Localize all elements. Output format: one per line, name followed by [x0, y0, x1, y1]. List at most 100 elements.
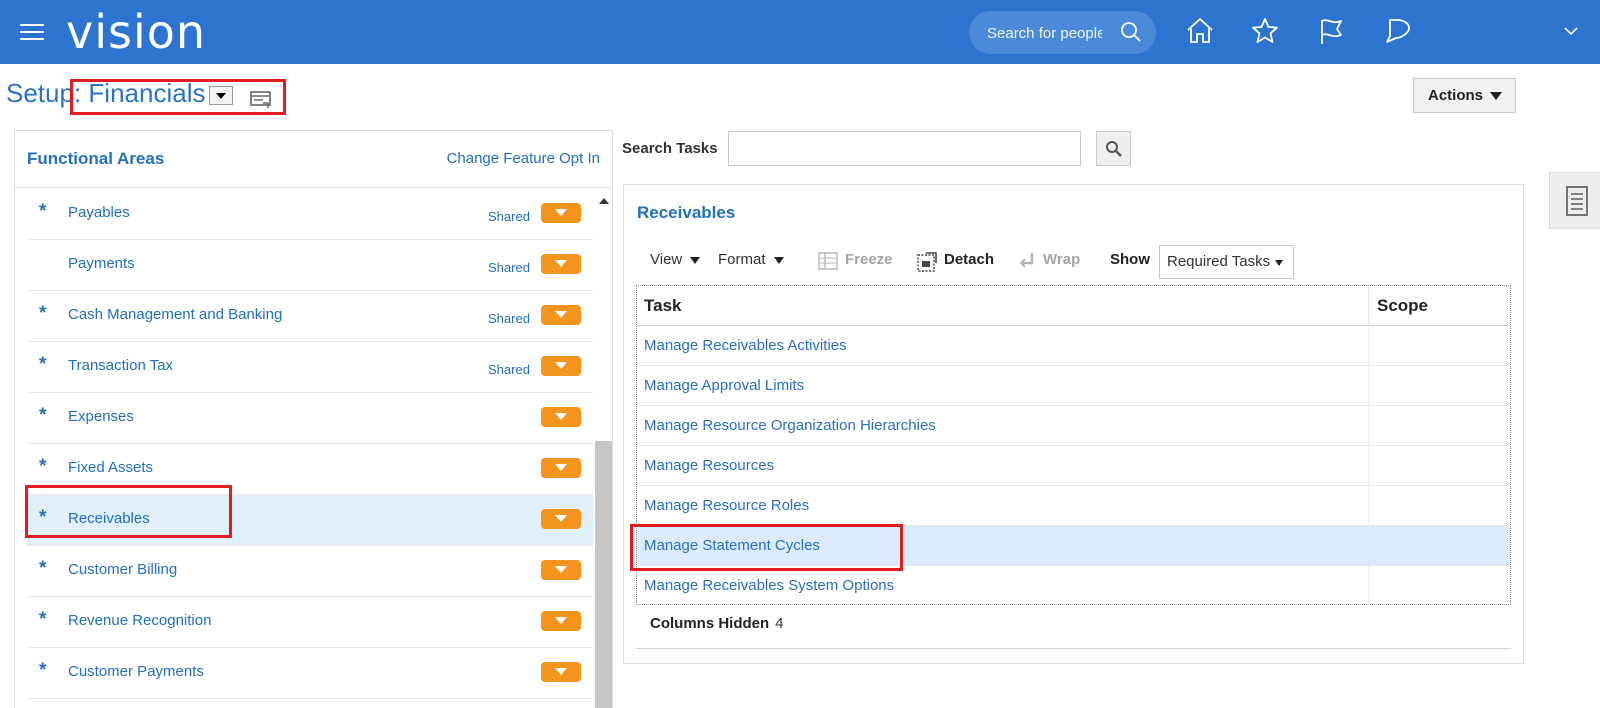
shared-badge: Shared: [488, 260, 530, 275]
functional-area-actions-button[interactable]: [541, 662, 581, 682]
column-header-task[interactable]: Task: [644, 296, 682, 316]
side-panel-tab[interactable]: [1549, 172, 1600, 229]
functional-area-row-transaction-tax[interactable]: * Transaction Tax Shared: [27, 342, 593, 393]
functional-area-row-payables[interactable]: * Payables Shared: [27, 189, 593, 240]
panel-divider: [636, 648, 1511, 649]
favorites-star-icon[interactable]: [1250, 16, 1280, 46]
search-tasks-input[interactable]: [728, 131, 1081, 166]
task-link[interactable]: Manage Resource Roles: [644, 497, 809, 514]
columns-hidden-count: 4: [775, 615, 784, 632]
actions-menu-button[interactable]: Actions: [1413, 78, 1516, 113]
column-divider: [1368, 326, 1369, 365]
tasks-table-header: Task Scope: [637, 286, 1510, 326]
functional-area-row-payments[interactable]: Payments Shared: [27, 240, 593, 291]
column-divider: [1368, 406, 1369, 445]
highlight-box-receivables: [25, 485, 232, 538]
functional-areas-header: Functional Areas Change Feature Opt In: [15, 131, 612, 188]
user-menu-chevron-down-icon[interactable]: [1564, 26, 1578, 36]
required-marker: *: [39, 456, 47, 477]
functional-area-actions-button[interactable]: [541, 356, 581, 376]
task-row[interactable]: Manage Resources: [637, 446, 1510, 486]
columns-hidden-label: Columns Hidden: [650, 615, 770, 632]
functional-area-actions-button[interactable]: [541, 254, 581, 274]
functional-area-row-revenue-recognition[interactable]: * Revenue Recognition: [27, 597, 593, 648]
task-row[interactable]: Manage Approval Limits: [637, 366, 1510, 406]
functional-area-label[interactable]: Customer Billing: [68, 561, 177, 578]
functional-area-actions-button[interactable]: [541, 305, 581, 325]
search-tasks-label: Search Tasks: [622, 140, 718, 157]
change-feature-opt-in-link[interactable]: Change Feature Opt In: [447, 150, 600, 167]
column-divider: [1368, 566, 1369, 605]
view-menu-label: View: [650, 251, 683, 268]
column-header-scope[interactable]: Scope: [1377, 296, 1428, 316]
detach-icon: [917, 252, 937, 272]
search-icon: [1106, 141, 1122, 157]
flag-icon[interactable]: [1316, 16, 1346, 46]
notifications-bell-icon[interactable]: [1383, 16, 1413, 46]
format-menu[interactable]: Format: [718, 251, 784, 268]
freeze-button[interactable]: Freeze: [845, 251, 893, 268]
functional-area-label[interactable]: Payables: [68, 204, 130, 221]
required-marker: *: [39, 303, 47, 324]
highlight-box-offering: [70, 79, 286, 115]
task-row[interactable]: Manage Resource Roles: [637, 486, 1510, 526]
wrap-button[interactable]: Wrap: [1043, 251, 1080, 268]
functional-area-actions-button[interactable]: [541, 509, 581, 529]
functional-areas-scrollbar-thumb[interactable]: [595, 441, 612, 708]
required-marker: *: [39, 609, 47, 630]
tasks-panel: Receivables View Format Freeze Detach Wr…: [623, 184, 1524, 664]
task-link[interactable]: Manage Receivables System Options: [644, 577, 894, 594]
functional-area-actions-button[interactable]: [541, 203, 581, 223]
functional-area-label[interactable]: Customer Payments: [68, 663, 204, 680]
functional-areas-panel: Functional Areas Change Feature Opt In *…: [14, 130, 613, 708]
task-link[interactable]: Manage Receivables Activities: [644, 337, 847, 354]
functional-area-label[interactable]: Transaction Tax: [68, 357, 173, 374]
freeze-icon: [818, 252, 838, 270]
task-link[interactable]: Manage Resources: [644, 457, 774, 474]
functional-area-label[interactable]: Payments: [68, 255, 135, 272]
functional-area-actions-button[interactable]: [541, 560, 581, 580]
column-divider: [1368, 486, 1369, 525]
highlight-box-statement-cycles: [630, 524, 903, 571]
functional-area-row-customer-payments[interactable]: * Customer Payments: [27, 648, 593, 699]
functional-area-actions-button[interactable]: [541, 458, 581, 478]
global-search-input[interactable]: [987, 22, 1102, 44]
app-logo[interactable]: vision: [66, 5, 206, 59]
column-divider: [1368, 366, 1369, 405]
task-row[interactable]: Manage Receivables Activities: [637, 326, 1510, 366]
detach-button[interactable]: Detach: [944, 251, 994, 268]
functional-area-row-expenses[interactable]: * Expenses: [27, 393, 593, 444]
shared-badge: Shared: [488, 311, 530, 326]
column-divider: [1368, 286, 1369, 326]
hamburger-menu-icon[interactable]: [20, 24, 44, 42]
chevron-down-icon: [690, 256, 701, 264]
functional-area-row-customer-billing[interactable]: * Customer Billing: [27, 546, 593, 597]
show-label: Show: [1110, 251, 1150, 268]
shared-badge: Shared: [488, 362, 530, 377]
functional-area-row-cash-management[interactable]: * Cash Management and Banking Shared: [27, 291, 593, 342]
required-marker: *: [39, 405, 47, 426]
functional-area-label[interactable]: Fixed Assets: [68, 459, 153, 476]
functional-area-label[interactable]: Expenses: [68, 408, 134, 425]
show-tasks-select[interactable]: Required Tasks: [1159, 245, 1294, 279]
search-tasks-button[interactable]: [1096, 131, 1131, 166]
task-row[interactable]: Manage Receivables System Options: [637, 566, 1510, 606]
functional-areas-list: * Payables Shared Payments Shared * Cash…: [27, 189, 593, 708]
shared-badge: Shared: [488, 209, 530, 224]
required-marker: *: [39, 354, 47, 375]
task-link[interactable]: Manage Resource Organization Hierarchies: [644, 417, 936, 434]
functional-area-actions-button[interactable]: [541, 611, 581, 631]
functional-area-label[interactable]: Cash Management and Banking: [68, 306, 282, 323]
view-menu[interactable]: View: [650, 251, 701, 268]
tasks-panel-title: Receivables: [637, 203, 736, 222]
search-icon[interactable]: [1120, 21, 1142, 43]
home-icon[interactable]: [1185, 16, 1215, 46]
task-row[interactable]: Manage Resource Organization Hierarchies: [637, 406, 1510, 446]
scroll-up-arrow-icon[interactable]: [599, 198, 609, 204]
functional-area-label[interactable]: Revenue Recognition: [68, 612, 211, 629]
functional-area-actions-button[interactable]: [541, 407, 581, 427]
page-title-prefix: Setup: [6, 78, 74, 108]
format-menu-label: Format: [718, 251, 766, 268]
task-link[interactable]: Manage Approval Limits: [644, 377, 804, 394]
global-search[interactable]: [969, 11, 1156, 54]
